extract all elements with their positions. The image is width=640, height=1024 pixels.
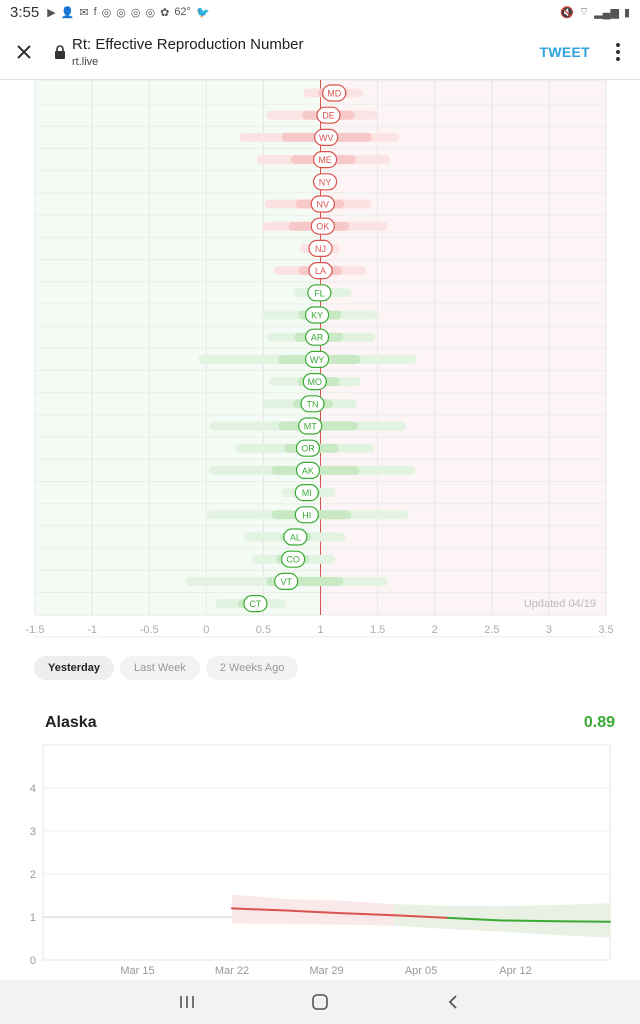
wifi-icon: ⌔ — [578, 6, 590, 18]
recents-button[interactable] — [167, 987, 207, 1017]
state-label: WV — [319, 133, 334, 143]
state-label: MI — [302, 488, 312, 498]
state-label: ME — [318, 155, 332, 165]
state-label: CT — [249, 599, 261, 609]
facebook-icon: f — [93, 6, 97, 18]
status-bar: 3:55 ▶ 👤 ✉ f ◎ ◎ ◎ ◎ ✿ 62° 🐦 🔇 ⌔ ▂▄▆ ▮ — [0, 0, 640, 24]
x-tick-label: 2 — [432, 624, 438, 636]
updated-label: Updated 04/19 — [524, 598, 596, 610]
state-label: AK — [302, 466, 314, 476]
x-tick-label: -1.5 — [26, 624, 45, 636]
state-rt-chart: 0 1 2 3 4 Mar 15 Mar 22 Mar 29 Apr 05 Apr 12 — [30, 744, 611, 977]
tab-2-weeks-ago[interactable]: 2 Weeks Ago — [205, 656, 299, 680]
state-label: NV — [317, 200, 330, 210]
more-options-icon[interactable] — [606, 42, 630, 61]
chrome-icon: ◎ — [130, 6, 141, 19]
rt-line-segment — [501, 919, 557, 923]
rt-states-chart: MD DE WV ME NY NV OK NJ LA FL KY AR WY MO TN MT OR AK MI HI… — [26, 80, 614, 638]
recents-icon — [179, 996, 194, 1008]
state-label: WY — [310, 355, 325, 365]
y-tick-label: 4 — [30, 783, 36, 795]
state-label: VT — [280, 577, 292, 587]
y-tick-label: 1 — [30, 912, 36, 924]
x-tick-label: Mar 15 — [120, 965, 154, 977]
chrome-icon: ◎ — [145, 6, 156, 19]
tab-yesterday[interactable]: Yesterday — [34, 656, 114, 680]
close-icon — [17, 44, 31, 59]
twitter-icon: 🐦 — [195, 6, 210, 19]
x-tick-label: 0.5 — [256, 624, 271, 636]
state-label: MT — [304, 422, 317, 432]
state-label: NY — [319, 177, 332, 187]
state-name: Alaska — [45, 714, 97, 731]
app-bar: Rt: Effective Reproduction Number rt.liv… — [0, 24, 640, 80]
x-tick-label: 1 — [317, 624, 323, 636]
y-tick-label: 0 — [30, 955, 36, 967]
state-label: NJ — [315, 244, 326, 254]
tab-last-week[interactable]: Last Week — [119, 656, 200, 680]
state-label: MO — [308, 377, 323, 387]
state-label: HI — [302, 510, 311, 520]
back-icon — [449, 995, 457, 1009]
tweet-button[interactable]: TWEET — [540, 44, 591, 60]
home-icon — [312, 994, 328, 1010]
state-label: OR — [301, 444, 315, 454]
home-button[interactable] — [300, 987, 340, 1017]
state-rt-value: 0.89 — [583, 714, 615, 731]
settings-icon: ✿ — [160, 6, 170, 19]
page-title: Rt: Effective Reproduction Number — [72, 35, 304, 53]
temperature-text: 62° — [174, 6, 191, 18]
notification-icons: ▶ 👤 ✉ f ◎ ◎ ◎ ◎ ✿ 62° 🐦 — [47, 6, 209, 19]
state-label: FL — [314, 288, 325, 298]
chrome-icon: ◎ — [116, 6, 126, 19]
x-tick-label: -0.5 — [140, 624, 159, 636]
x-tick-label: -1 — [87, 624, 97, 636]
timeframe-tabs: Yesterday Last Week 2 Weeks Ago — [34, 656, 299, 680]
x-tick-label: 2.5 — [484, 624, 499, 636]
chrome-icon: ◎ — [101, 6, 112, 19]
mail-icon: ✉ — [79, 6, 89, 19]
lock-icon — [55, 44, 65, 59]
x-tick-label: 0 — [203, 624, 209, 636]
x-tick-label: Apr 12 — [499, 965, 531, 977]
x-tick-label: 1.5 — [370, 624, 385, 636]
state-label: MD — [327, 89, 341, 99]
state-label: AL — [290, 533, 301, 543]
page-url: rt.live — [72, 55, 99, 68]
y-tick-label: 2 — [30, 869, 36, 881]
x-tick-label: 3 — [546, 624, 552, 636]
state-label: KY — [311, 311, 323, 321]
person-add-icon: 👤 — [60, 6, 75, 19]
state-label: CO — [286, 555, 300, 565]
page-title-block: Rt: Effective Reproduction Number rt.liv… — [72, 36, 540, 68]
status-time: 3:55 — [10, 3, 40, 21]
x-tick-label: Mar 29 — [309, 965, 343, 977]
mute-icon: 🔇 — [560, 6, 574, 19]
state-label: AR — [311, 333, 324, 343]
state-header: Alaska 0.89 — [45, 714, 615, 732]
close-button[interactable] — [2, 24, 46, 80]
youtube-icon: ▶ — [47, 6, 56, 19]
state-label: DE — [322, 111, 335, 121]
x-tick-label: 3.5 — [598, 624, 613, 636]
system-nav-bar — [0, 980, 640, 1024]
x-tick-label: Apr 05 — [405, 965, 437, 977]
system-icons: 🔇 ⌔ ▂▄▆ ▮ — [560, 5, 630, 19]
signal-icon: ▂▄▆ — [594, 6, 619, 19]
state-label: OK — [316, 222, 329, 232]
state-label: TN — [307, 399, 319, 409]
x-tick-label: Mar 22 — [215, 965, 249, 977]
back-button[interactable] — [433, 987, 473, 1017]
battery-icon: ▮ — [623, 6, 630, 19]
state-label: LA — [315, 266, 326, 276]
y-tick-label: 3 — [30, 826, 36, 838]
